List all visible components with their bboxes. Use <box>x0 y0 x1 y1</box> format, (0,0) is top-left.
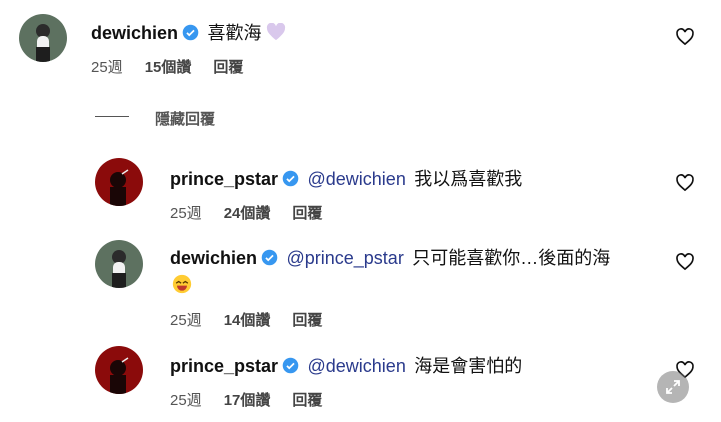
username[interactable]: prince_pstar <box>170 356 278 376</box>
username[interactable]: dewichien <box>170 248 257 268</box>
heart-outline-icon[interactable] <box>675 252 695 272</box>
expand-button[interactable] <box>657 371 689 403</box>
avatar-dewichien[interactable] <box>19 14 67 62</box>
hide-replies-button[interactable]: 隱藏回覆 <box>155 108 215 129</box>
verified-badge-icon <box>261 249 278 266</box>
avatar-prince-pstar[interactable] <box>95 158 143 206</box>
purple-heart-emoji <box>266 22 286 41</box>
mention-link[interactable]: @dewichien <box>308 356 406 376</box>
avatar-prince-pstar[interactable] <box>95 346 143 394</box>
heart-outline-icon[interactable] <box>675 27 695 47</box>
reply-button[interactable]: 回覆 <box>292 392 322 409</box>
comment-text: 海是會害怕的 <box>414 356 523 376</box>
verified-badge-icon <box>182 24 199 41</box>
comment-time: 25週 <box>170 392 202 409</box>
comment-text: 喜歡海 <box>207 23 262 43</box>
username[interactable]: prince_pstar <box>170 169 278 189</box>
comment-time: 25週 <box>170 205 202 222</box>
verified-badge-icon <box>282 357 299 374</box>
verified-badge-icon <box>282 170 299 187</box>
like-count[interactable]: 15個讚 <box>145 59 192 76</box>
mention-link[interactable]: @dewichien <box>308 169 406 189</box>
grinning-face-emoji <box>172 274 192 294</box>
reply-button[interactable]: 回覆 <box>292 312 322 329</box>
comment-time: 25週 <box>91 59 123 76</box>
like-count[interactable]: 14個讚 <box>224 312 271 329</box>
like-count[interactable]: 17個讚 <box>224 392 271 409</box>
like-count[interactable]: 24個讚 <box>224 205 271 222</box>
comment-time: 25週 <box>170 312 202 329</box>
reply-button[interactable]: 回覆 <box>292 205 322 222</box>
heart-outline-icon[interactable] <box>675 173 695 193</box>
expand-arrows-icon <box>666 380 680 394</box>
comment-text: 只可能喜歡你…後面的海 <box>412 248 611 268</box>
avatar-dewichien[interactable] <box>95 240 143 288</box>
mention-link[interactable]: @prince_pstar <box>286 248 403 268</box>
comment-text: 我以爲喜歡我 <box>414 169 523 189</box>
username[interactable]: dewichien <box>91 23 178 43</box>
reply-button[interactable]: 回覆 <box>213 59 243 76</box>
hide-replies-line <box>95 116 129 117</box>
